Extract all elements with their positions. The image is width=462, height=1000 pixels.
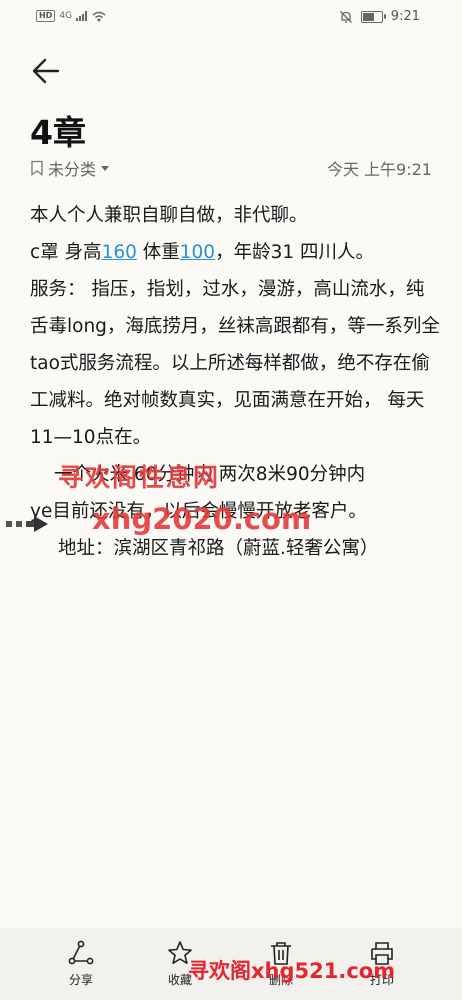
signal-icon xyxy=(76,11,88,21)
body-text: ，年龄31 四川人。 xyxy=(215,242,374,263)
share-icon xyxy=(68,940,94,965)
body-line: 本人个人兼职自聊自做，非代聊。 xyxy=(30,205,308,226)
status-bar: HD 4G 9:21 xyxy=(0,0,462,34)
share-label: 分享 xyxy=(68,973,93,987)
body-paragraph: 服务： 指压，指划，过水，漫游，高山流水，纯舌毒long，海底捞月，丝袜高跟都有… xyxy=(30,279,440,448)
share-button[interactable]: 分享 xyxy=(49,940,113,988)
note-title: 4章 xyxy=(30,113,86,152)
status-right: 9:21 xyxy=(339,9,420,24)
back-arrow-icon[interactable] xyxy=(30,55,62,87)
body-text: c罩 身高 xyxy=(30,242,102,263)
note-meta: 未分类 今天 上午9:21 xyxy=(30,156,432,182)
watermark-top: 寻欢阁性息网 xyxy=(58,463,221,492)
note-datetime: 今天 上午9:21 xyxy=(326,160,432,179)
bookmark-icon xyxy=(31,160,43,176)
category-label: 未分类 xyxy=(48,160,97,179)
watermark-arrow-icon xyxy=(6,516,48,532)
category-selector[interactable]: 未分类 xyxy=(30,156,110,180)
status-time: 9:21 xyxy=(390,9,420,24)
body-text: 体重 xyxy=(136,242,180,263)
watermark-middle: xhg2020.com xyxy=(92,502,312,536)
watermark-bottom: 寻欢阁xhg521.com xyxy=(188,959,396,983)
mute-bell-icon xyxy=(339,10,352,23)
weight-link[interactable]: 100 xyxy=(180,242,215,263)
body-line-stats: c罩 身高160 体重100，年龄31 四川人。 xyxy=(30,234,442,271)
status-left: HD 4G xyxy=(36,10,106,22)
battery-fill xyxy=(362,12,374,21)
caret-down-icon xyxy=(101,166,110,171)
battery-icon xyxy=(360,10,386,23)
network-label: 4G xyxy=(59,11,73,21)
wifi-icon xyxy=(92,11,106,21)
height-link[interactable]: 160 xyxy=(102,242,137,263)
hd-badge: HD xyxy=(36,10,56,22)
